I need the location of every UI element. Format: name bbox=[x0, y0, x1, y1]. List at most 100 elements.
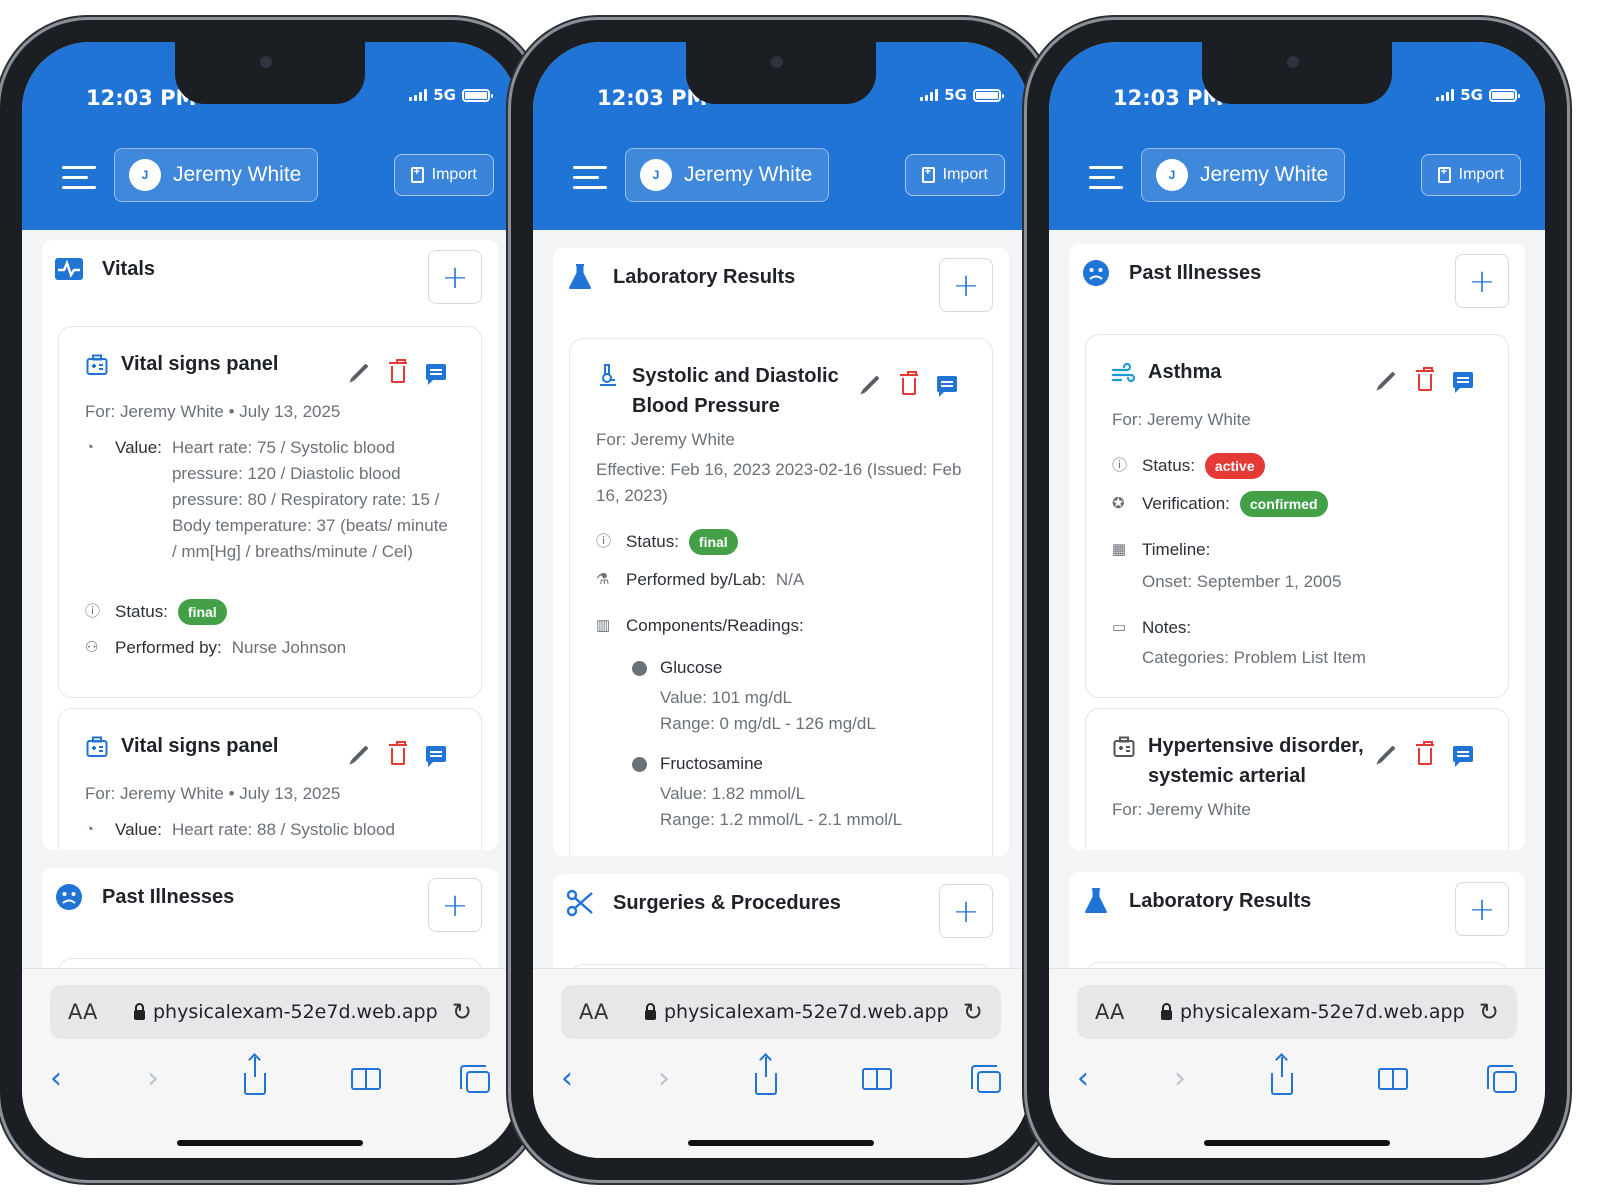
import-button[interactable]: Import bbox=[393, 154, 494, 196]
tabs-icon[interactable] bbox=[460, 1064, 490, 1093]
share-icon[interactable] bbox=[1271, 1056, 1293, 1095]
edit-icon[interactable] bbox=[1376, 369, 1398, 391]
sad-face-icon bbox=[1081, 258, 1111, 288]
bookmarks-icon[interactable] bbox=[351, 1067, 381, 1090]
card-actions bbox=[1376, 366, 1474, 393]
card-title: Hypertensive disorder, systemic arterial bbox=[1148, 731, 1364, 791]
patient-selector[interactable]: J Jeremy White bbox=[1141, 148, 1346, 202]
reload-icon[interactable]: ↻ bbox=[963, 998, 983, 1026]
illness-card: Asthma For: Jeremy White ⓘ Status: activ… bbox=[1085, 334, 1509, 698]
status-badge: final bbox=[688, 529, 738, 555]
text-size-button[interactable]: AA bbox=[1095, 1000, 1124, 1024]
bookmarks-icon[interactable] bbox=[862, 1067, 892, 1090]
comment-icon[interactable] bbox=[425, 743, 447, 767]
vital-card: Vital signs panel For: Jeremy White • Ju… bbox=[58, 708, 482, 850]
reload-icon[interactable]: ↻ bbox=[1479, 998, 1499, 1026]
add-lab-button[interactable]: + bbox=[939, 258, 993, 312]
share-icon[interactable] bbox=[755, 1056, 777, 1095]
screen: 12:03 PM 5G J Jeremy White Import bbox=[22, 42, 518, 1158]
patient-name: Jeremy White bbox=[684, 163, 813, 186]
menu-icon[interactable] bbox=[62, 166, 96, 192]
reload-icon[interactable]: ↻ bbox=[452, 998, 472, 1026]
comment-icon[interactable] bbox=[936, 373, 958, 397]
tabs-icon[interactable] bbox=[1487, 1064, 1517, 1093]
card-actions bbox=[1376, 740, 1474, 767]
tabs-icon[interactable] bbox=[971, 1064, 1001, 1093]
patient-selector[interactable]: J Jeremy White bbox=[625, 148, 830, 202]
add-procedure-button[interactable]: + bbox=[939, 884, 993, 938]
url-display[interactable]: physicalexam-52e7d.web.app bbox=[134, 1001, 438, 1023]
edit-icon[interactable] bbox=[349, 743, 371, 765]
trash-icon[interactable] bbox=[1414, 366, 1436, 391]
info-icon: ⓘ bbox=[85, 603, 101, 620]
back-icon[interactable]: ‹ bbox=[1077, 1061, 1089, 1096]
text-size-button[interactable]: AA bbox=[579, 1000, 608, 1024]
badge-check-icon: ✪ bbox=[1112, 495, 1125, 512]
value-text: Heart rate: 75 / Systolic blood pressure… bbox=[171, 438, 448, 561]
address-bar[interactable]: AA physicalexam-52e7d.web.app ↻ bbox=[50, 985, 490, 1039]
import-button[interactable]: Import bbox=[904, 154, 1005, 196]
patient-name: Jeremy White bbox=[1200, 163, 1329, 186]
share-icon[interactable] bbox=[244, 1056, 266, 1095]
import-icon bbox=[921, 166, 935, 183]
component-bullet bbox=[632, 757, 647, 772]
browser-toolbar: AA physicalexam-52e7d.web.app ↻ ‹ › bbox=[22, 968, 518, 1158]
trash-icon[interactable] bbox=[387, 358, 409, 383]
edit-icon[interactable] bbox=[860, 373, 882, 395]
forward-icon[interactable]: › bbox=[658, 1061, 670, 1096]
card-title-line: Hypertensive disorder, bbox=[1148, 735, 1364, 757]
forward-icon[interactable]: › bbox=[1174, 1061, 1186, 1096]
info-icon: ⓘ bbox=[1112, 457, 1128, 474]
comment-icon[interactable] bbox=[1452, 369, 1474, 393]
comment-icon[interactable] bbox=[1452, 743, 1474, 767]
network-label: 5G bbox=[433, 86, 456, 104]
avatar: J bbox=[1156, 159, 1188, 191]
performer-row: ⚗ Performed by/Lab: N/A bbox=[596, 567, 968, 593]
edit-icon[interactable] bbox=[349, 361, 371, 383]
url-display[interactable]: physicalexam-52e7d.web.app bbox=[1161, 1001, 1465, 1023]
card-title: Systolic and Diastolic Blood Pressure bbox=[632, 361, 839, 421]
bookmarks-icon[interactable] bbox=[1378, 1067, 1408, 1090]
address-bar[interactable]: AA physicalexam-52e7d.web.app ↻ bbox=[561, 985, 1001, 1039]
edit-icon[interactable] bbox=[1376, 743, 1398, 765]
performed-value: N/A bbox=[775, 570, 805, 589]
lock-icon bbox=[1161, 1002, 1172, 1020]
back-icon[interactable]: ‹ bbox=[561, 1061, 573, 1096]
battery-icon bbox=[1489, 88, 1520, 102]
add-illness-button[interactable]: + bbox=[428, 878, 482, 932]
patient-selector[interactable]: J Jeremy White bbox=[114, 148, 319, 202]
add-vital-button[interactable]: + bbox=[428, 250, 482, 304]
signal-icon bbox=[409, 89, 428, 101]
panel-icon bbox=[1112, 735, 1136, 759]
import-button[interactable]: Import bbox=[1420, 154, 1521, 196]
menu-icon[interactable] bbox=[1089, 166, 1123, 192]
comment-icon[interactable] bbox=[425, 361, 447, 385]
url-display[interactable]: physicalexam-52e7d.web.app bbox=[645, 1001, 949, 1023]
section-title: Vitals bbox=[102, 257, 155, 280]
card-meta: For: Jeremy White • July 13, 2025 bbox=[85, 784, 341, 803]
trash-icon[interactable] bbox=[387, 740, 409, 765]
forward-icon[interactable]: › bbox=[147, 1061, 159, 1096]
verification-row: ✪ Verification: confirmed bbox=[1112, 491, 1484, 517]
add-lab-button[interactable]: + bbox=[1455, 882, 1509, 936]
timeline-label: Timeline: bbox=[1142, 540, 1211, 559]
card-effective: Effective: Feb 16, 2023 2023-02-16 (Issu… bbox=[596, 460, 962, 505]
menu-icon[interactable] bbox=[573, 166, 607, 192]
battery-icon bbox=[462, 88, 493, 102]
component-name: Glucose bbox=[660, 658, 723, 677]
card-title: Vital signs panel bbox=[121, 735, 279, 757]
browser-nav: ‹ › bbox=[1077, 1056, 1517, 1096]
card-meta: For: Jeremy White • July 13, 2025 bbox=[85, 402, 341, 421]
back-icon[interactable]: ‹ bbox=[50, 1061, 62, 1096]
components-label: Components/Readings: bbox=[626, 616, 804, 635]
verification-label: Verification: bbox=[1142, 494, 1230, 513]
notch bbox=[686, 42, 876, 104]
import-label: Import bbox=[1458, 166, 1504, 183]
vitals-icon bbox=[54, 254, 84, 284]
address-bar[interactable]: AA physicalexam-52e7d.web.app ↻ bbox=[1077, 985, 1517, 1039]
trash-icon[interactable] bbox=[898, 370, 920, 395]
component-bullet bbox=[632, 661, 647, 676]
text-size-button[interactable]: AA bbox=[68, 1000, 97, 1024]
add-illness-button[interactable]: + bbox=[1455, 254, 1509, 308]
trash-icon[interactable] bbox=[1414, 740, 1436, 765]
